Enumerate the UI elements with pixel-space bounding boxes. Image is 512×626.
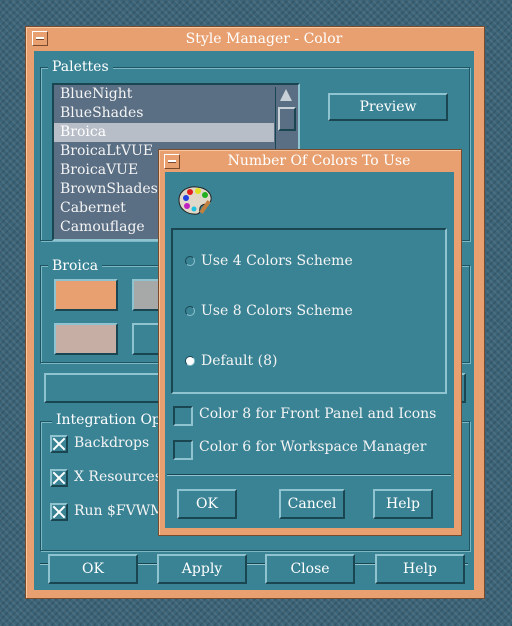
scroll-thumb[interactable] [278,107,296,131]
front-panel-checkbox[interactable] [173,406,193,426]
close-button[interactable]: Close [265,554,355,584]
radio-4-colors[interactable] [185,256,195,266]
palette-list-item[interactable]: BlueNight [54,85,274,104]
palette-group-label: Broica [48,258,103,274]
x-resources-label: X Resources [74,469,162,485]
radio-default[interactable] [185,356,195,366]
dialog-menu-button[interactable] [164,154,180,169]
palette-list-item[interactable]: BlueShades [54,104,274,123]
dialog-separator [167,474,451,476]
radio-default-label[interactable]: Default (8) [201,353,277,369]
color-swatch-1[interactable] [54,279,118,311]
backdrops-label: Backdrops [74,435,150,451]
palette-list-item[interactable]: Broica [54,123,274,142]
apply-button[interactable]: Apply [157,554,247,584]
preview-button[interactable]: Preview [328,93,448,121]
dialog-ok-button[interactable]: OK [177,489,237,519]
dialog-help-button[interactable]: Help [373,489,433,519]
palettes-label: Palettes [48,59,113,75]
color-swatch-3[interactable] [54,323,118,355]
radio-8-colors[interactable] [185,306,195,316]
x-resources-checkbox[interactable] [50,469,68,487]
dialog-client-area: Use 4 Colors Scheme Use 8 Colors Scheme … [165,172,454,528]
run-fvwm-label: Run $FVWM_ [74,503,172,519]
workspace-manager-label: Color 6 for Workspace Manager [199,439,427,455]
run-fvwm-checkbox[interactable] [50,503,68,521]
radio-8-colors-label[interactable]: Use 8 Colors Scheme [201,303,353,319]
dialog-title[interactable]: Number Of Colors To Use [183,152,455,170]
help-button[interactable]: Help [375,554,465,584]
ok-button[interactable]: OK [48,554,138,584]
palette-icon [178,186,212,215]
colors-dialog-window: Number Of Colors To Use Use 4 Colors Sch… [158,149,462,536]
scroll-up-arrow-icon[interactable] [280,89,292,101]
window-title[interactable]: Style Manager - Color [52,30,476,48]
backdrops-checkbox[interactable] [50,435,68,453]
dialog-cancel-button[interactable]: Cancel [279,489,345,519]
front-panel-label: Color 8 for Front Panel and Icons [199,406,437,422]
integration-label: Integration Op [52,412,165,428]
window-menu-button[interactable] [32,31,48,46]
workspace-manager-checkbox[interactable] [173,440,193,460]
radio-4-colors-label[interactable]: Use 4 Colors Scheme [201,253,353,269]
